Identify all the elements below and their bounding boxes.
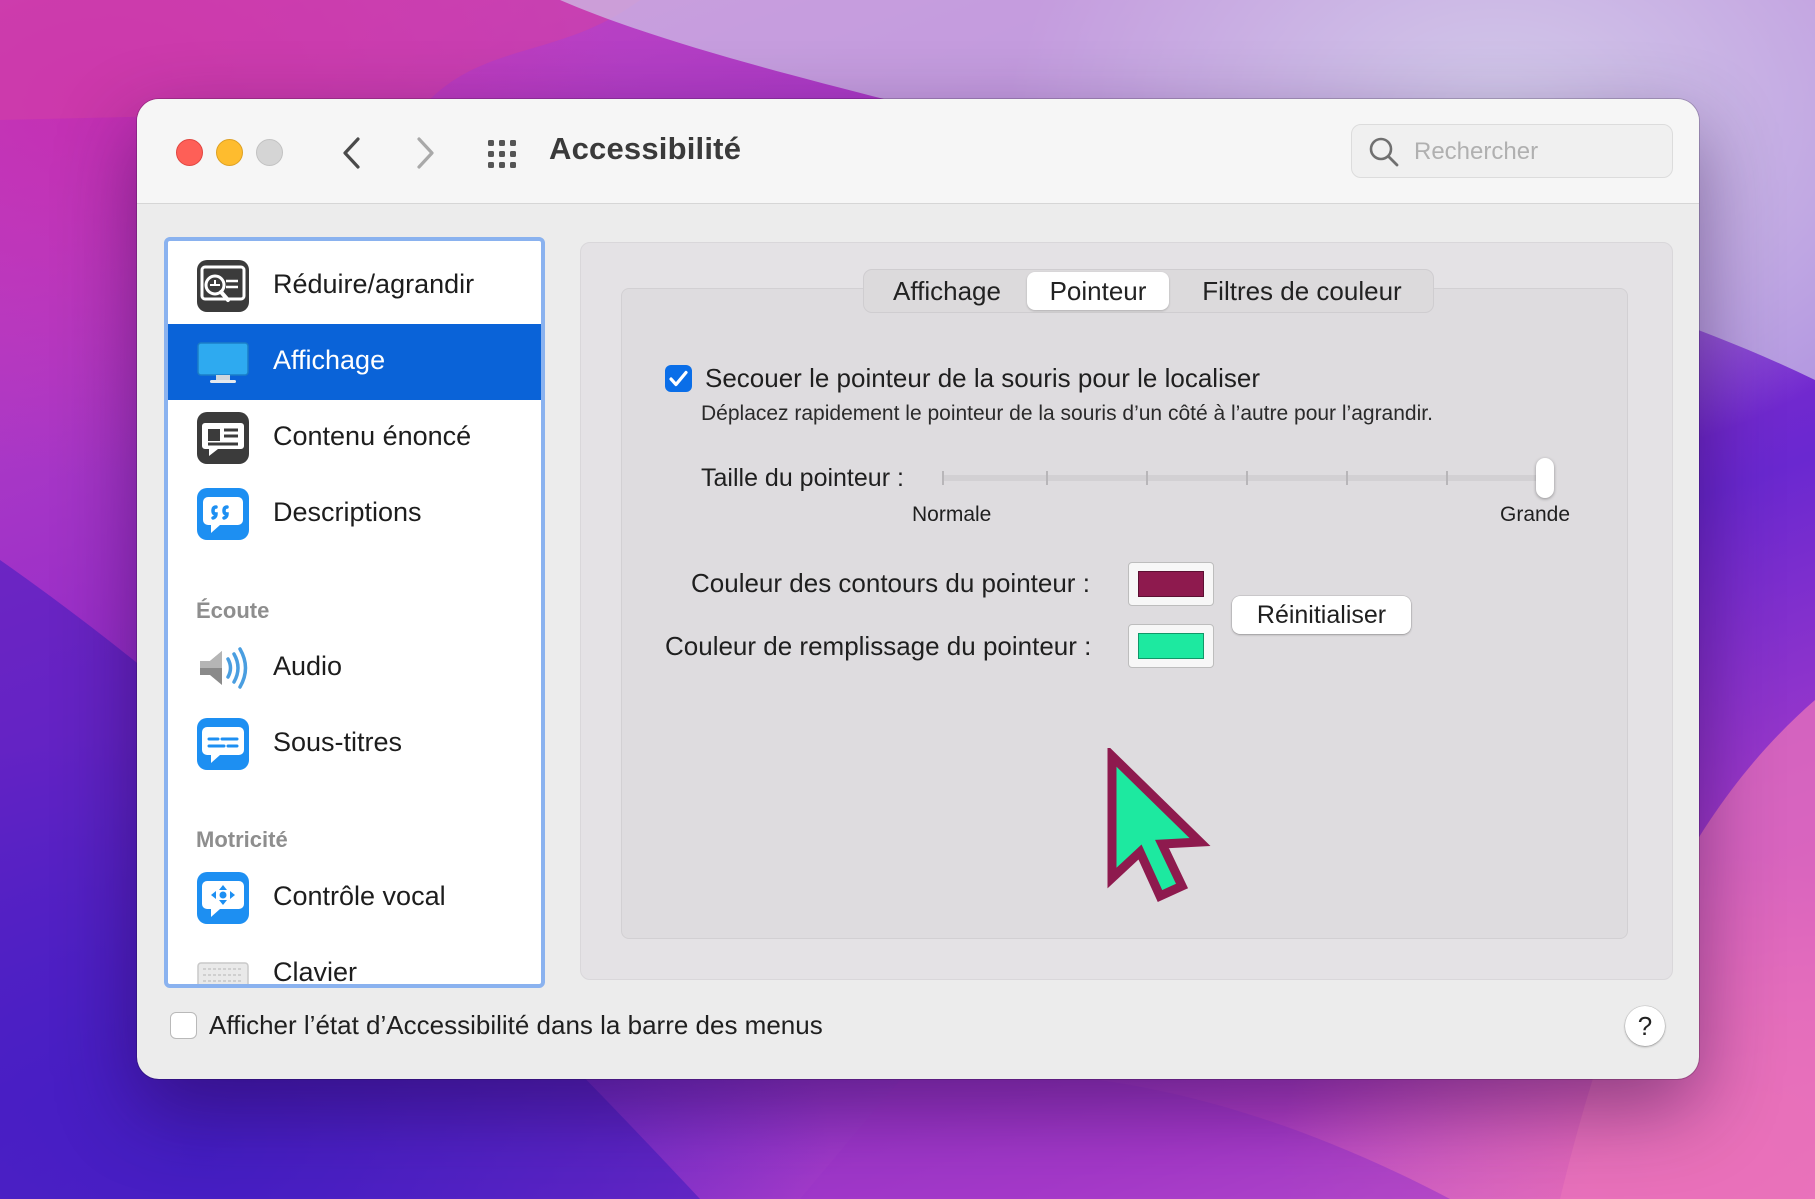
chevron-left-icon bbox=[343, 137, 360, 169]
slider-tick bbox=[1146, 471, 1148, 485]
tab-pointer[interactable]: Pointeur bbox=[1027, 272, 1169, 310]
sidebar-item-descriptions[interactable]: Descriptions bbox=[168, 476, 541, 552]
speaker-icon bbox=[200, 647, 248, 689]
sidebar-item-label: Sous-titres bbox=[273, 727, 403, 757]
slider-tick bbox=[942, 471, 944, 485]
sidebar-item-subtitles[interactable]: Sous-titres bbox=[168, 706, 541, 782]
help-button[interactable]: ? bbox=[1625, 1006, 1665, 1046]
pointer-size-max-label: Grande bbox=[1500, 503, 1571, 526]
fill-color-swatch bbox=[1138, 633, 1204, 659]
segmented-tabs: Affichage Pointeur Filtres de couleur bbox=[863, 269, 1434, 313]
keyboard-icon bbox=[197, 962, 249, 984]
sidebar-item-label: Clavier bbox=[273, 957, 358, 987]
display-icon bbox=[197, 342, 249, 383]
sidebar-item-label: Contenu énoncé bbox=[273, 421, 472, 451]
shake-to-locate-description: Déplacez rapidement le pointeur de la so… bbox=[701, 402, 1433, 425]
reset-button[interactable]: Réinitialiser bbox=[1232, 596, 1411, 634]
pointer-arrow-icon bbox=[1107, 748, 1211, 902]
slider-tick bbox=[1246, 471, 1248, 485]
grid-icon bbox=[488, 140, 516, 168]
sidebar-item-label: Audio bbox=[273, 651, 343, 681]
section-header-motor: Motricité bbox=[196, 827, 288, 852]
outline-color-swatch bbox=[1138, 571, 1204, 597]
zoom-window-button[interactable] bbox=[256, 139, 283, 166]
sidebar-item-zoom[interactable]: Réduire/agrandir bbox=[168, 248, 541, 324]
tab-color-filters[interactable]: Filtres de couleur bbox=[1173, 270, 1431, 312]
slider-tick bbox=[1046, 471, 1048, 485]
slider-tick bbox=[1346, 471, 1348, 485]
spoken-content-icon bbox=[197, 412, 249, 464]
show-all-button[interactable] bbox=[485, 134, 525, 174]
menu-bar-status-label[interactable]: Afficher l’état d’Accessibilité dans la … bbox=[209, 1010, 823, 1041]
sidebar-item-display[interactable]: Affichage bbox=[168, 324, 541, 400]
window-title: Accessibilité bbox=[549, 131, 742, 166]
search-icon bbox=[1369, 137, 1399, 167]
sidebar-item-keyboard[interactable]: Clavier bbox=[168, 936, 541, 987]
slider-tick bbox=[1446, 471, 1448, 485]
chevron-right-icon bbox=[417, 137, 434, 169]
outline-color-label: Couleur des contours du pointeur : bbox=[691, 568, 1090, 598]
close-window-button[interactable] bbox=[176, 139, 203, 166]
subtitles-icon bbox=[197, 718, 249, 770]
zoom-icon bbox=[197, 260, 249, 312]
tab-display[interactable]: Affichage bbox=[870, 270, 1024, 312]
voice-control-icon bbox=[197, 872, 249, 924]
pointer-size-label: Taille du pointeur : bbox=[701, 464, 904, 492]
pointer-size-slider-knob[interactable] bbox=[1536, 458, 1554, 498]
search-field[interactable] bbox=[1351, 124, 1673, 178]
sidebar-item-label: Contrôle vocal bbox=[273, 881, 446, 911]
title-bar: Accessibilité bbox=[137, 99, 1699, 204]
fill-color-well[interactable] bbox=[1128, 624, 1214, 668]
forward-button[interactable] bbox=[405, 133, 445, 173]
shake-to-locate-checkbox[interactable] bbox=[665, 365, 692, 392]
minimize-window-button[interactable] bbox=[216, 139, 243, 166]
back-button[interactable] bbox=[332, 133, 372, 173]
sidebar-item-voice-control[interactable]: Contrôle vocal bbox=[168, 860, 541, 936]
sidebar[interactable]: Réduire/agrandir Affichage Contenu énonc… bbox=[164, 237, 545, 988]
section-header-hearing: Écoute bbox=[196, 598, 270, 623]
pointer-size-slider[interactable] bbox=[942, 471, 1554, 485]
search-input[interactable] bbox=[1412, 135, 1656, 169]
sidebar-item-audio[interactable]: Audio bbox=[168, 630, 541, 706]
sidebar-item-label: Descriptions bbox=[273, 497, 422, 527]
fill-color-label: Couleur de remplissage du pointeur : bbox=[665, 631, 1092, 661]
shake-to-locate-label[interactable]: Secouer le pointeur de la souris pour le… bbox=[705, 363, 1260, 394]
sidebar-item-label: Affichage bbox=[273, 345, 386, 375]
pointer-size-min-label: Normale bbox=[912, 503, 992, 526]
descriptions-icon bbox=[197, 488, 249, 540]
checkmark-icon bbox=[669, 370, 688, 387]
sidebar-item-spoken-content[interactable]: Contenu énoncé bbox=[168, 400, 541, 476]
outline-color-well[interactable] bbox=[1128, 562, 1214, 606]
sidebar-item-label: Réduire/agrandir bbox=[273, 269, 475, 299]
menu-bar-status-checkbox[interactable] bbox=[170, 1012, 197, 1039]
